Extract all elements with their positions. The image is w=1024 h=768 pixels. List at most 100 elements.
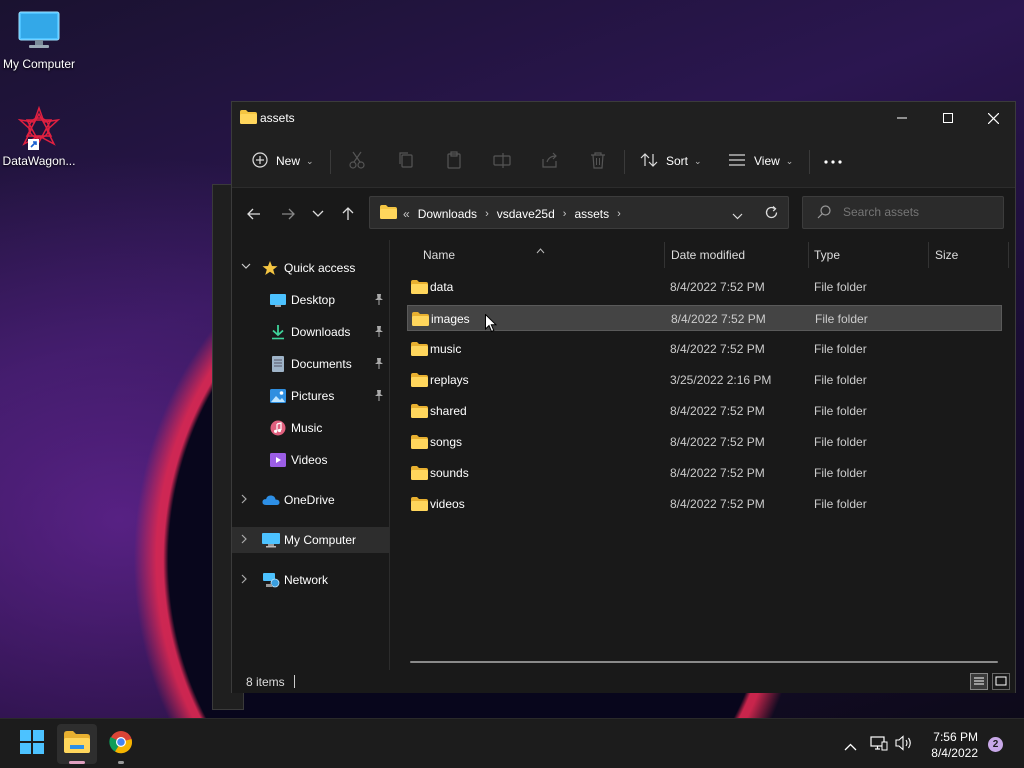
nav-item-onedrive[interactable]: OneDrive <box>232 487 389 513</box>
back-button[interactable] <box>242 202 266 226</box>
column-divider[interactable] <box>808 242 809 268</box>
chevron-down-icon: ⌄ <box>306 155 314 166</box>
column-header-name[interactable]: Name <box>423 248 455 272</box>
file-date-modified: 8/4/2022 7:52 PM <box>670 404 765 418</box>
view-button[interactable]: View ⌄ <box>728 146 793 176</box>
column-header-size[interactable]: Size <box>935 248 958 272</box>
nav-item-network[interactable]: Network <box>232 567 389 593</box>
file-list: Name Date modified Type Size data 8/4/202… <box>390 240 1015 670</box>
chevron-right-icon[interactable] <box>241 574 248 587</box>
delete-icon[interactable] <box>589 151 609 171</box>
folder-icon <box>64 730 90 758</box>
show-hidden-icons-chevron-up-icon[interactable] <box>844 738 857 756</box>
nav-item-desktop[interactable]: Desktop <box>232 287 389 313</box>
pin-icon[interactable] <box>374 357 384 372</box>
nav-item-documents[interactable]: Documents <box>232 351 389 377</box>
ellipsis-icon <box>824 154 842 168</box>
taskbar-chrome[interactable] <box>101 724 141 764</box>
large-icons-view-button[interactable] <box>992 673 1010 690</box>
nav-item-pictures[interactable]: Pictures <box>232 383 389 409</box>
network-icon <box>262 572 280 588</box>
desktop-icon-label: DataWagon... <box>2 154 76 168</box>
file-date-modified: 8/4/2022 7:52 PM <box>670 435 765 449</box>
nav-item-videos[interactable]: Videos <box>232 447 389 473</box>
file-row[interactable]: shared 8/4/2022 7:52 PM File folder <box>407 398 1002 424</box>
pin-icon[interactable] <box>374 325 384 340</box>
file-row[interactable]: sounds 8/4/2022 7:52 PM File folder <box>407 460 1002 486</box>
folder-icon <box>380 205 397 222</box>
copy-icon[interactable] <box>397 151 417 171</box>
column-divider[interactable] <box>664 242 665 268</box>
address-bar[interactable]: « Downloads › vsdave25d › assets › <box>369 196 789 229</box>
maximize-button[interactable] <box>925 102 971 134</box>
nav-item-music[interactable]: Music <box>232 415 389 441</box>
file-row[interactable]: music 8/4/2022 7:52 PM File folder <box>407 336 1002 362</box>
file-row[interactable]: replays 3/25/2022 2:16 PM File folder <box>407 367 1002 393</box>
rename-icon[interactable] <box>493 151 513 171</box>
star-icon <box>262 260 278 276</box>
desktop-icon-my-computer[interactable]: My Computer <box>0 10 78 71</box>
file-row[interactable]: videos 8/4/2022 7:52 PM File folder <box>407 491 1002 517</box>
command-bar: New ⌄ Sort ⌄ View ⌄ <box>232 134 1015 188</box>
running-indicator <box>118 761 124 764</box>
nav-item-quick-access[interactable]: Quick access <box>232 255 389 281</box>
chevron-down-icon[interactable] <box>732 207 743 225</box>
picture-icon <box>270 388 286 404</box>
file-name: music <box>430 342 462 356</box>
network-status-icon[interactable] <box>870 735 888 756</box>
breadcrumb-item[interactable]: assets <box>574 207 609 221</box>
file-row[interactable]: data 8/4/2022 7:52 PM File folder <box>407 274 1002 300</box>
taskbar: 7:56 PM 8/4/2022 2 <box>0 718 1024 768</box>
chevron-right-icon[interactable]: › <box>563 208 567 220</box>
breadcrumb-overflow[interactable]: « <box>403 207 410 221</box>
title-bar[interactable]: assets <box>232 102 1015 134</box>
cloud-icon <box>262 492 280 508</box>
file-name: data <box>430 280 454 294</box>
chevron-right-icon[interactable]: › <box>617 208 621 220</box>
pin-icon[interactable] <box>374 389 384 404</box>
recent-locations-button[interactable] <box>306 202 330 226</box>
paste-icon[interactable] <box>445 151 465 171</box>
sort-arrows-icon <box>640 152 658 171</box>
forward-button[interactable] <box>276 202 300 226</box>
folder-icon <box>411 342 428 359</box>
nav-item-downloads[interactable]: Downloads <box>232 319 389 345</box>
clock[interactable]: 7:56 PM 8/4/2022 <box>922 729 978 761</box>
nav-item-my-computer[interactable]: My Computer <box>232 527 389 553</box>
notification-badge[interactable]: 2 <box>988 737 1003 752</box>
details-view-button[interactable] <box>970 673 988 690</box>
close-button[interactable] <box>970 102 1016 134</box>
column-header-date[interactable]: Date modified <box>671 248 745 272</box>
breadcrumb-item[interactable]: vsdave25d <box>497 207 555 221</box>
minimize-button[interactable] <box>879 102 925 134</box>
chevron-right-icon[interactable] <box>241 494 248 507</box>
chevron-down-icon[interactable] <box>241 262 251 273</box>
column-divider[interactable] <box>1008 242 1009 268</box>
column-divider[interactable] <box>928 242 929 268</box>
search-input[interactable] <box>841 204 995 220</box>
file-type: File folder <box>814 280 867 294</box>
more-options-button[interactable] <box>824 146 842 176</box>
sort-button[interactable]: Sort ⌄ <box>640 146 702 176</box>
up-button[interactable] <box>336 202 360 226</box>
column-header-type[interactable]: Type <box>814 248 840 272</box>
start-button[interactable] <box>12 724 52 764</box>
pin-icon[interactable] <box>374 293 384 308</box>
share-icon[interactable] <box>541 151 561 171</box>
download-arrow-icon <box>270 324 286 340</box>
clock-time: 7:56 PM <box>933 730 978 744</box>
breadcrumb-item[interactable]: Downloads <box>418 207 477 221</box>
chevron-right-icon[interactable]: › <box>485 208 489 220</box>
desktop-icon-datawagon[interactable]: DataWagon... <box>0 105 78 168</box>
refresh-icon[interactable] <box>764 205 779 225</box>
chevron-right-icon[interactable] <box>241 534 248 547</box>
horizontal-scrollbar[interactable] <box>410 661 998 663</box>
new-button[interactable]: New ⌄ <box>252 146 314 176</box>
file-name: shared <box>430 404 467 418</box>
search-box[interactable] <box>802 196 1004 229</box>
taskbar-file-explorer[interactable] <box>57 724 97 764</box>
file-row[interactable]: songs 8/4/2022 7:52 PM File folder <box>407 429 1002 455</box>
cut-icon[interactable] <box>348 151 368 171</box>
volume-icon[interactable] <box>895 735 913 756</box>
clock-date: 8/4/2022 <box>931 746 978 760</box>
